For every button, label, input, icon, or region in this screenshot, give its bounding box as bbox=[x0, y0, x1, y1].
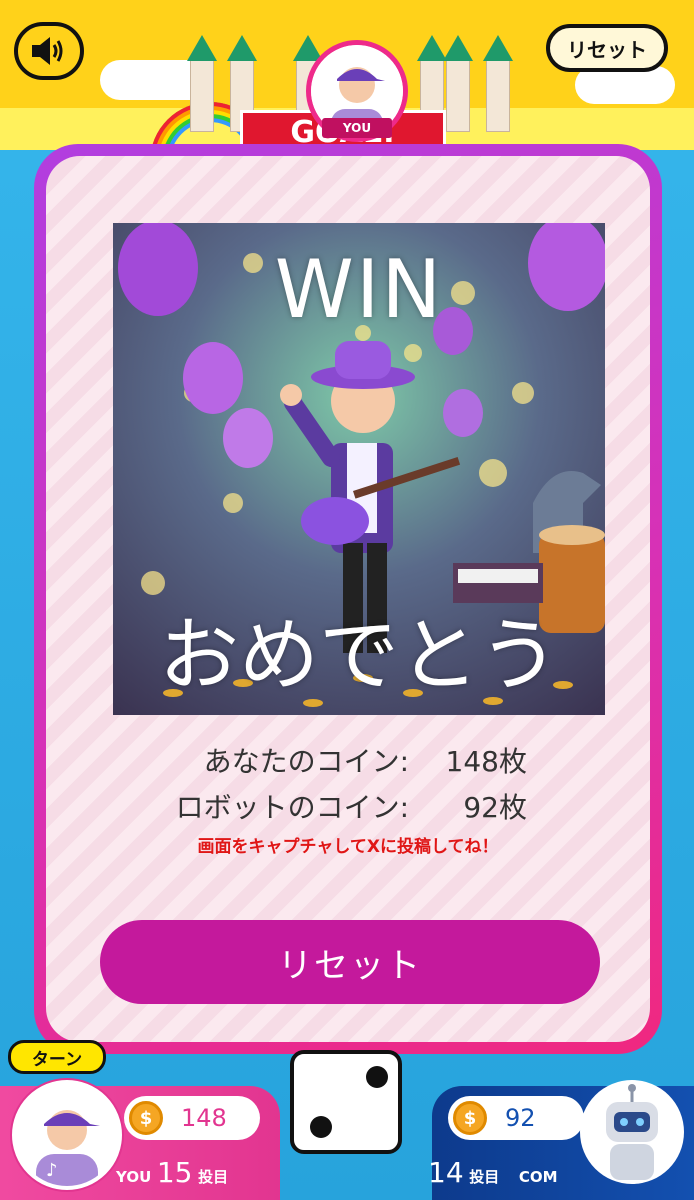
com-robot-avatar bbox=[580, 1080, 684, 1184]
you-coin-counter: $ 148 bbox=[124, 1096, 260, 1140]
coin-icon: $ bbox=[129, 1101, 163, 1135]
result-modal-body: WIN おめでとう あなたのコイン: 148枚 ロボットのコイン: 92枚 画面をキ… bbox=[46, 156, 650, 1042]
dice[interactable] bbox=[290, 1050, 402, 1154]
sound-toggle-button[interactable] bbox=[14, 22, 84, 80]
dice-pip bbox=[366, 1066, 388, 1088]
your-coins-row: あなたのコイン: 148枚 bbox=[46, 740, 650, 780]
robot-coins-label: ロボットのコイン: bbox=[175, 791, 409, 824]
speaker-on-icon bbox=[32, 37, 63, 65]
player-tag: YOU bbox=[322, 118, 392, 138]
com-name: COM bbox=[518, 1168, 558, 1186]
robot-coins-value: 92枚 bbox=[463, 791, 527, 824]
turn-indicator: ターン bbox=[8, 1040, 106, 1074]
victory-illustration: WIN おめでとう bbox=[113, 223, 605, 715]
com-coin-value: 92 bbox=[505, 1104, 536, 1132]
you-coin-value: 148 bbox=[181, 1104, 227, 1132]
coin-icon: $ bbox=[453, 1101, 487, 1135]
share-note: 画面をキャプチャしてXに投稿してね！ bbox=[197, 837, 499, 857]
congratulations-text: おめでとう bbox=[159, 609, 559, 702]
dice-pip bbox=[310, 1116, 332, 1138]
reset-button[interactable]: リセット bbox=[100, 920, 600, 1004]
your-coins-value: 148枚 bbox=[445, 745, 527, 778]
svg-text:♪: ♪ bbox=[46, 1160, 58, 1181]
castle-tower bbox=[187, 35, 217, 132]
you-name: YOU bbox=[116, 1168, 152, 1186]
you-avatar: ♪ bbox=[12, 1080, 122, 1190]
com-throws: 14 bbox=[428, 1156, 464, 1189]
com-coin-counter: $ 92 bbox=[448, 1096, 584, 1140]
your-coins-label: あなたのコイン: bbox=[203, 745, 409, 778]
result-modal: WIN おめでとう あなたのコイン: 148枚 ロボットのコイン: 92枚 画面をキ… bbox=[34, 144, 662, 1054]
win-title: WIN bbox=[274, 243, 444, 336]
castle-tower bbox=[443, 35, 473, 132]
com-throw-count: 14 投目 COM bbox=[428, 1156, 558, 1189]
com-throws-suffix: 投目 bbox=[469, 1168, 500, 1186]
you-throws-suffix: 投目 bbox=[198, 1168, 229, 1186]
you-throw-count: YOU 15 投目 bbox=[116, 1156, 228, 1189]
reset-top-button[interactable]: リセット bbox=[546, 24, 668, 72]
robot-coins-row: ロボットのコイン: 92枚 bbox=[46, 786, 650, 826]
you-throws: 15 bbox=[156, 1156, 193, 1189]
castle-tower bbox=[483, 35, 513, 132]
